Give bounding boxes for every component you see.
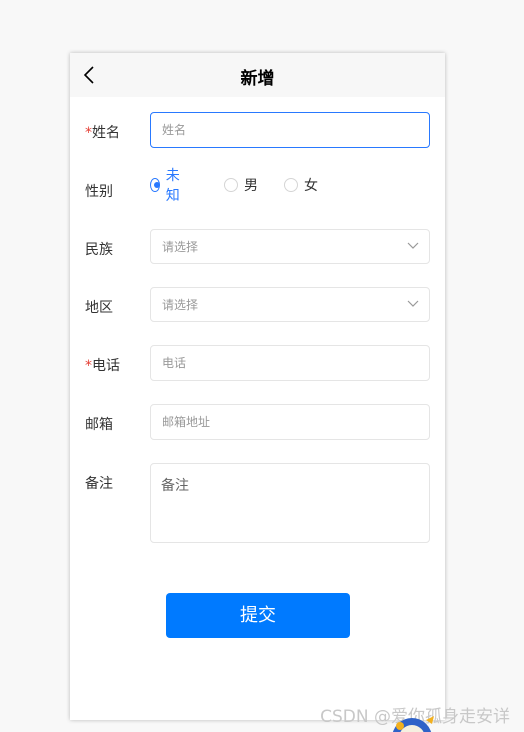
required-mark: * [85, 358, 92, 374]
phone-label-text: 电话 [92, 358, 120, 374]
remark-textarea[interactable]: 备注 [150, 463, 430, 543]
email-placeholder: 邮箱地址 [162, 415, 211, 429]
nav-bar: 新增 [70, 53, 445, 97]
gender-option-female[interactable]: 女 [284, 175, 318, 195]
radio-unchecked-icon [224, 178, 238, 192]
submit-button[interactable]: 提交 [166, 593, 350, 638]
ethnicity-placeholder: 请选择 [162, 240, 199, 254]
phone-input[interactable]: 电话 [150, 345, 430, 381]
remark-label: 备注 [85, 476, 113, 492]
gender-option-label: 男 [244, 178, 258, 194]
page-title: 新增 [240, 69, 275, 89]
gender-option-unknown[interactable]: 未知 [150, 168, 184, 204]
region-select[interactable]: 请选择 [150, 287, 430, 322]
required-mark: * [85, 125, 92, 141]
radio-unchecked-icon [284, 178, 298, 192]
phone-placeholder: 电话 [162, 356, 187, 370]
name-label: *姓名 [85, 122, 120, 142]
gender-label: 性别 [85, 184, 113, 200]
gender-option-label: 女 [304, 178, 318, 194]
gender-option-label: 未知 [165, 168, 180, 204]
remark-placeholder: 备注 [161, 478, 189, 494]
mascot-icon [392, 716, 434, 732]
radio-checked-icon [150, 178, 160, 192]
name-input[interactable]: 姓名 [150, 112, 430, 148]
ethnicity-select[interactable]: 请选择 [150, 229, 430, 264]
gender-option-male[interactable]: 男 [224, 175, 258, 195]
ethnicity-label: 民族 [85, 242, 113, 258]
email-input[interactable]: 邮箱地址 [150, 404, 430, 440]
region-label: 地区 [85, 300, 113, 316]
chevron-down-icon [407, 300, 419, 307]
name-placeholder: 姓名 [162, 123, 187, 137]
phone-frame: 新增 *姓名 姓名 性别 未知 男 女 民族 请选择 地区 请选择 *电话 电话… [70, 53, 445, 720]
region-placeholder: 请选择 [162, 298, 199, 312]
name-label-text: 姓名 [92, 125, 120, 141]
email-label: 邮箱 [85, 417, 113, 433]
phone-label: *电话 [85, 355, 120, 375]
chevron-down-icon [407, 242, 419, 249]
